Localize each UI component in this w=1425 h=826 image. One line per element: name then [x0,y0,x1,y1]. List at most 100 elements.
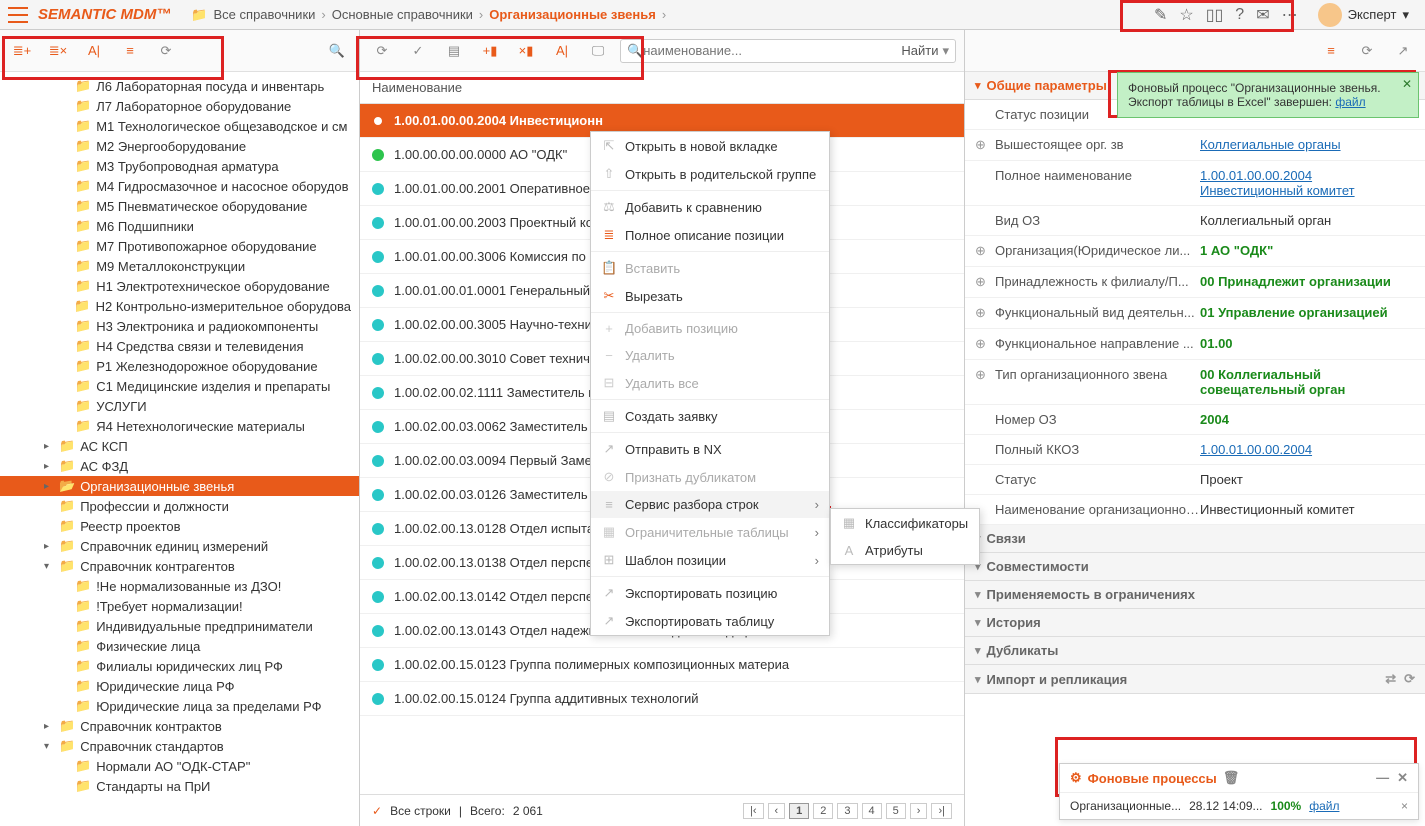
page-number[interactable]: 3 [837,803,857,819]
help-icon[interactable]: ? [1235,6,1244,24]
add-col-icon[interactable]: +▮ [476,37,504,65]
search-icon[interactable]: 🔍 [323,37,351,65]
menu-item[interactable]: ✂Вырезать [591,282,829,310]
tree-item[interactable]: 📁С1 Медицинские изделия и препараты [0,376,359,396]
menu-item[interactable]: ↗Отправить в NX [591,435,829,463]
check-icon[interactable]: ✓ [404,37,432,65]
tree-item[interactable]: 📁Профессии и должности [0,496,359,516]
close-icon[interactable]: ✕ [1402,77,1412,91]
tree-item[interactable]: 📁М1 Технологическое общезаводское и см [0,116,359,136]
filter-icon[interactable]: ≡ [116,37,144,65]
card-icon[interactable]: ▤ [440,37,468,65]
tree-item[interactable]: 📁Л6 Лабораторная посуда и инвентарь [0,76,359,96]
close-icon[interactable]: ✕ [1397,770,1408,786]
tree-item[interactable]: 📁М4 Гидросмазочное и насосное оборудов [0,176,359,196]
tree-item[interactable]: 📁М9 Металлоконструкции [0,256,359,276]
menu-item[interactable]: ⇱Открыть в новой вкладке [591,132,829,160]
tree-item[interactable]: 📁Юридические лица РФ [0,676,359,696]
tree-item[interactable]: ▸📁АС КСП [0,436,359,456]
user-block[interactable]: Эксперт ▾ [1310,3,1417,27]
accordion-section[interactable]: ▾Дубликаты [965,637,1425,665]
del-col-icon[interactable]: ×▮ [512,37,540,65]
tree-item[interactable]: 📁Л7 Лабораторное оборудование [0,96,359,116]
external-icon[interactable]: ↗ [1389,37,1417,65]
page-prev[interactable]: ‹ [768,803,786,819]
page-number[interactable]: 4 [862,803,882,819]
page-number[interactable]: 2 [813,803,833,819]
accordion-section[interactable]: ▾История [965,609,1425,637]
tree-item[interactable]: 📁Нормали АО "ОДК-СТАР" [0,756,359,776]
page-nav[interactable]: ›| [931,803,952,819]
rename-icon[interactable]: A| [80,37,108,65]
clear-icon[interactable]: × [1401,799,1408,813]
tree-item[interactable]: ▸📂Организационные звенья [0,476,359,496]
page-nav[interactable]: › [910,803,928,819]
tree-item[interactable]: ▾📁Справочник стандартов [0,736,359,756]
page-number[interactable]: 1 [789,803,809,819]
breadcrumb-item-active[interactable]: Организационные звенья [489,7,656,22]
tree-item[interactable]: 📁Физические лица [0,636,359,656]
refresh-icon[interactable]: ⟳ [152,37,180,65]
tree-item[interactable]: 📁Р1 Железнодорожное оборудование [0,356,359,376]
menu-item[interactable]: ⇧Открыть в родительской группе [591,160,829,188]
all-rows-label[interactable]: Все строки [390,804,451,818]
tree-item[interactable]: 📁Юридические лица за пределами РФ [0,696,359,716]
tree-item[interactable]: ▾📁Справочник контрагентов [0,556,359,576]
tree-item[interactable]: 📁!Требует нормализации! [0,596,359,616]
page-first[interactable]: |‹ [743,803,764,819]
tree-item[interactable]: 📁Н3 Электроника и радиокомпоненты [0,316,359,336]
chevron-down-icon[interactable]: ▾ [942,43,949,59]
text-icon[interactable]: A| [548,37,576,65]
edit-icon[interactable]: ✎ [1154,5,1167,25]
bgproc-link[interactable]: файл [1309,799,1339,813]
star-icon[interactable]: ☆ [1179,5,1193,25]
tree-item[interactable]: 📁Н4 Средства связи и телевидения [0,336,359,356]
menu-item[interactable]: ⊞Шаблон позиции [591,546,829,574]
breadcrumb-item[interactable]: Все справочники [214,7,316,22]
columns-icon[interactable]: ▯▯ [1206,5,1224,25]
list-row[interactable]: 1.00.02.00.15.0124 Группа аддитивных тех… [360,682,964,716]
tree-item[interactable]: 📁Индивидуальные предприниматели [0,616,359,636]
more-icon[interactable]: ⋯ [1282,5,1298,25]
del-row-icon[interactable]: ≣× [44,37,72,65]
mail-icon[interactable]: ✉ [1256,5,1269,25]
list-row[interactable]: 1.00.02.00.15.0123 Группа полимерных ком… [360,648,964,682]
tree-item[interactable]: 📁М3 Трубопроводная арматура [0,156,359,176]
trash-icon[interactable]: 🗑 [1223,770,1240,786]
exchange-icon[interactable]: ⇄ [1385,671,1396,687]
tree-item[interactable]: ▸📁Справочник единиц измерений [0,536,359,556]
tree-item[interactable]: 📁Реестр проектов [0,516,359,536]
tree-item[interactable]: 📁Н1 Электротехническое оборудование [0,276,359,296]
submenu-item[interactable]: ▦Классификаторы [831,509,979,537]
submenu-item[interactable]: AАтрибуты [831,537,979,564]
tree-item[interactable]: 📁М6 Подшипники [0,216,359,236]
refresh-icon[interactable]: ⟳ [368,37,396,65]
tree-item[interactable]: 📁М5 Пневматическое оборудование [0,196,359,216]
minimize-icon[interactable]: — [1376,770,1389,786]
menu-item[interactable]: ↗Экспортировать таблицу [591,607,829,635]
tree-item[interactable]: 📁М7 Противопожарное оборудование [0,236,359,256]
notif-link[interactable]: файл [1335,95,1365,109]
menu-item[interactable]: ▤Создать заявку [591,402,829,430]
tree-item[interactable]: 📁Я4 Нетехнологические материалы [0,416,359,436]
find-button[interactable]: Найти [901,43,938,58]
accordion-section[interactable]: ▾Связи [965,525,1425,553]
tree-item[interactable]: 📁Стандарты на ПрИ [0,776,359,796]
refresh-icon[interactable]: ⟳ [1353,37,1381,65]
page-number[interactable]: 5 [886,803,906,819]
tree-item[interactable]: ▸📁Справочник контрактов [0,716,359,736]
display-icon[interactable]: 🖵 [584,37,612,65]
tree-item[interactable]: 📁УСЛУГИ [0,396,359,416]
menu-icon[interactable]: ≡ [1317,37,1345,65]
accordion-section[interactable]: ▾Применяемость в ограничениях [965,581,1425,609]
search-input[interactable] [643,43,895,58]
menu-item[interactable]: ≣Полное описание позиции [591,221,829,249]
accordion-section[interactable]: ▾Импорт и репликация⇄⟳ [965,665,1425,694]
tree-item[interactable]: 📁М2 Энергооборудование [0,136,359,156]
tree-item[interactable]: 📁Филиалы юридических лиц РФ [0,656,359,676]
add-row-icon[interactable]: ≣+ [8,37,36,65]
tree-item[interactable]: 📁Н2 Контрольно-измерительное оборудова [0,296,359,316]
refresh-icon[interactable]: ⟳ [1404,671,1415,687]
tree-item[interactable]: 📁!Не нормализованные из ДЗО! [0,576,359,596]
menu-button[interactable] [8,7,28,23]
